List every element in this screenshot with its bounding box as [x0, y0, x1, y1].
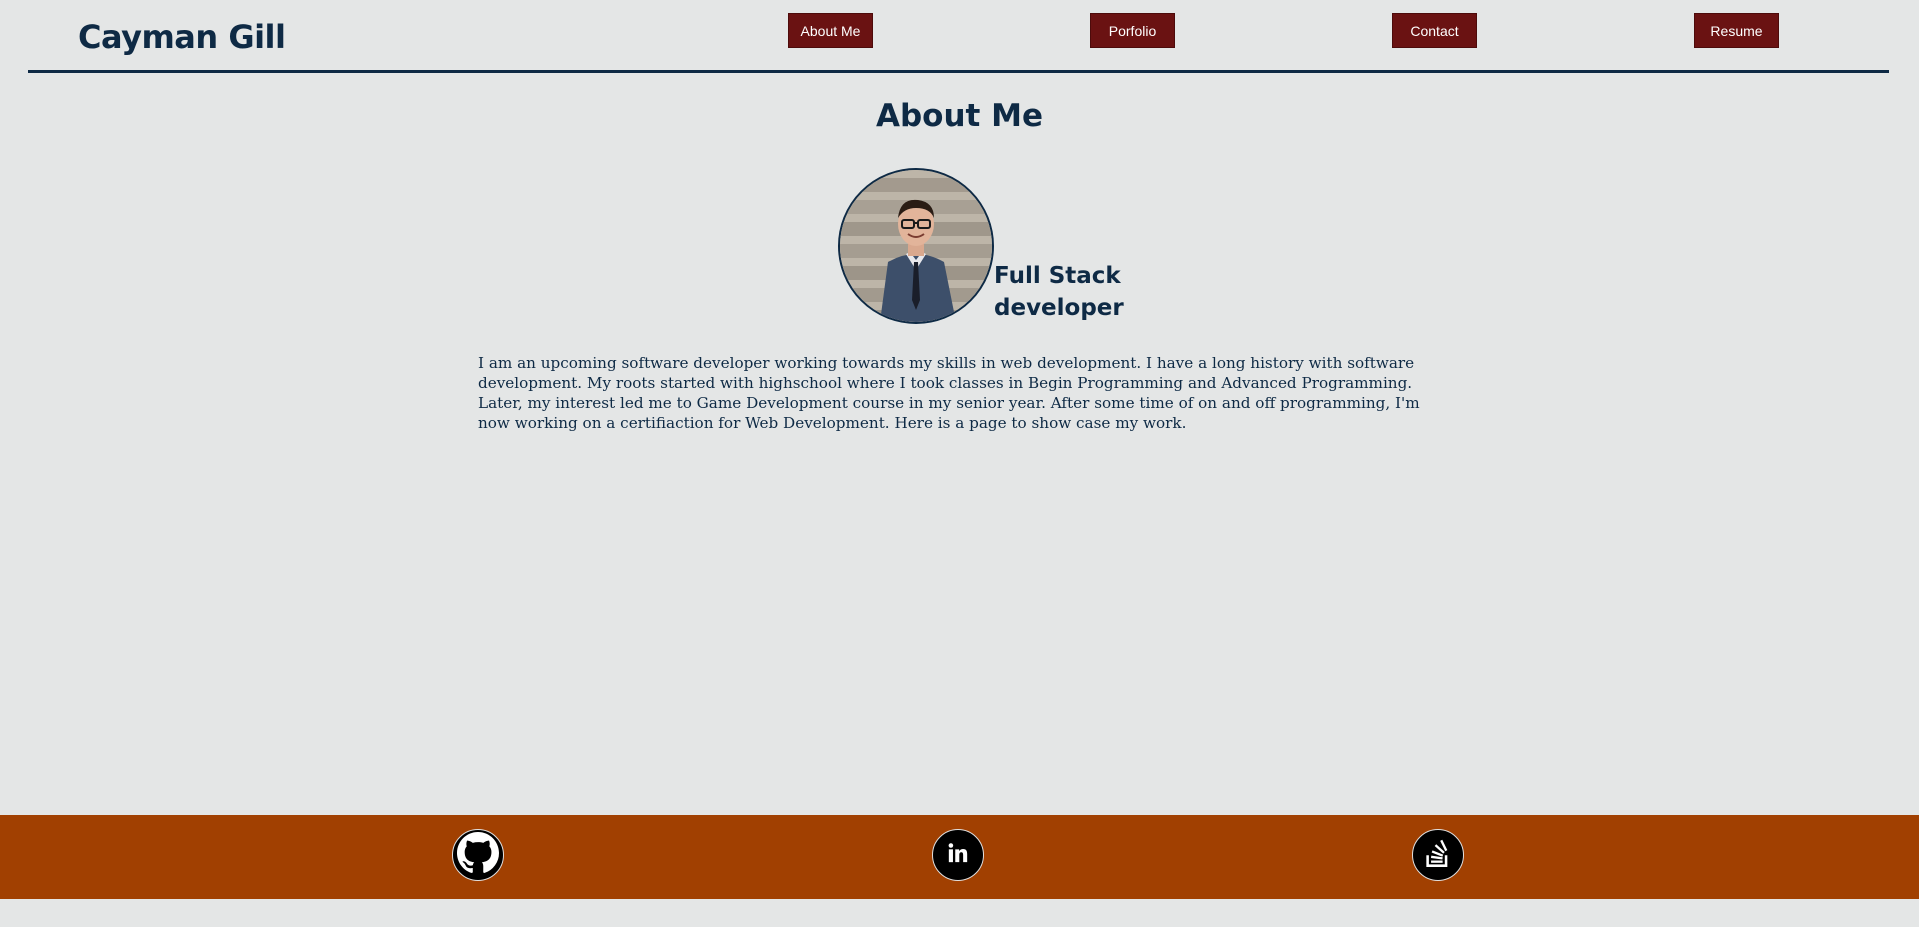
top-header: Cayman Gill About Me Porfolio Contact Re…	[28, 0, 1889, 73]
section-title: About Me	[875, 98, 1044, 134]
linkedin-link[interactable]	[932, 829, 984, 881]
linkedin-icon	[947, 842, 969, 868]
nav-resume-button[interactable]: Resume	[1694, 13, 1779, 48]
nav-about-button[interactable]: About Me	[788, 13, 873, 48]
nav-portfolio-button[interactable]: Porfolio	[1090, 13, 1175, 48]
footer	[0, 815, 1919, 899]
stackoverflow-link[interactable]	[1412, 829, 1464, 881]
page: Cayman Gill About Me Porfolio Contact Re…	[0, 0, 1919, 927]
bio-paragraph: I am an upcoming software developer work…	[478, 354, 1420, 432]
role-line-2: developer	[994, 295, 1124, 321]
nav-contact-button[interactable]: Contact	[1392, 13, 1477, 48]
github-link[interactable]	[452, 829, 504, 881]
site-title: Cayman Gill	[78, 18, 286, 56]
profile-photo	[838, 168, 994, 324]
stackoverflow-icon	[1424, 838, 1452, 872]
role-line-1: Full Stack	[994, 263, 1121, 289]
role-title: Full Stack developer	[994, 260, 1124, 324]
github-icon	[457, 832, 499, 878]
